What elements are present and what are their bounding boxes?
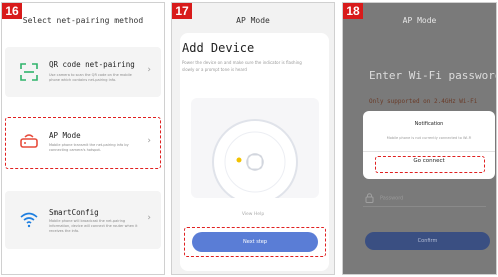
page-title: AP Mode (402, 15, 437, 25)
wifi-band-note: Only supported on 2.4GHz Wi-Fi (369, 98, 478, 105)
dialog-title: Notification (414, 121, 444, 127)
panel-ap-mode-add-device: 17 AP Mode Add Device Power the device o… (171, 2, 335, 275)
option-qr-code[interactable]: QR code net-pairing Use camera to scan t… (5, 47, 161, 97)
dialog-divider (363, 151, 495, 152)
qr-scan-icon (20, 63, 38, 81)
chevron-right-icon: › (147, 65, 151, 75)
option-desc: Mobile phone will broadcast the net-pair… (49, 219, 138, 233)
device-illustration (191, 98, 319, 205)
highlight-go-connect (375, 156, 485, 173)
dialog-message: Mobile phone is not currently connected … (386, 136, 472, 140)
view-help-link[interactable]: View Help (172, 212, 334, 217)
step-badge-16: 16 (2, 3, 22, 19)
highlight-ap-mode (5, 117, 161, 169)
page-title: Select net-pairing method (22, 15, 144, 25)
camera-device-icon (212, 119, 298, 205)
lock-icon (365, 193, 374, 203)
option-title: QR code net-pairing (49, 60, 135, 69)
option-desc: Use camera to scan the QR code on the mo… (49, 73, 132, 82)
add-device-title: Add Device (182, 41, 255, 55)
wifi-icon (20, 212, 38, 228)
wifi-password-title: Enter Wi-Fi password (369, 69, 497, 82)
option-title: SmartConfig (49, 208, 99, 217)
step-badge-18: 18 (343, 3, 363, 19)
chevron-right-icon: › (147, 213, 151, 223)
panel-ap-mode-wifi-password: 18 AP Mode Enter Wi-Fi password Only sup… (342, 2, 497, 275)
password-underline (363, 206, 486, 207)
confirm-button[interactable]: Confirm (365, 232, 490, 250)
option-smartconfig[interactable]: SmartConfig Mobile phone will broadcast … (5, 191, 161, 249)
highlight-next-step (184, 227, 326, 257)
password-field[interactable]: Password (365, 193, 403, 203)
page-title: AP Mode (236, 15, 270, 25)
step-badge-17: 17 (172, 3, 192, 19)
add-device-description: Power the device on and make sure the in… (182, 60, 302, 72)
panel-select-method: 16 Select net-pairing method QR code net… (1, 2, 165, 275)
password-placeholder: Password (380, 195, 404, 202)
